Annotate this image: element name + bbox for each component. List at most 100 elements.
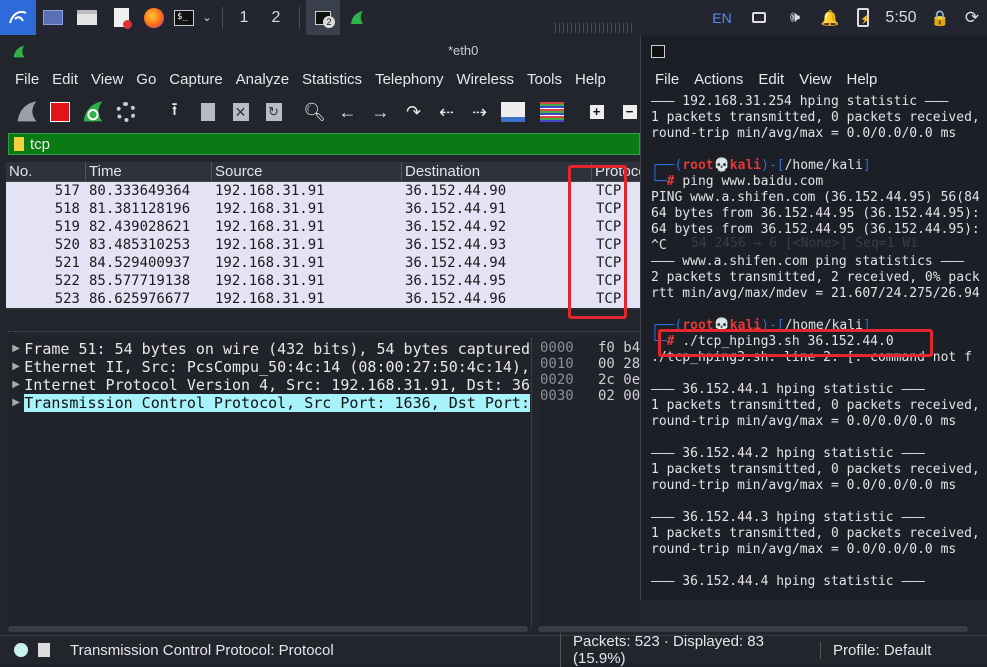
menu-statistics[interactable]: Statistics: [302, 71, 362, 88]
menu-telephony[interactable]: Telephony: [375, 71, 443, 88]
expert-info-icon[interactable]: [14, 643, 28, 657]
status-field-text: Transmission Control Protocol: Protocol: [70, 641, 334, 659]
expand-arrow-icon[interactable]: ▶: [8, 394, 24, 412]
detail-row-ip[interactable]: ▶ Internet Protocol Version 4, Src: 192.1…: [8, 376, 530, 394]
expand-arrow-icon[interactable]: ▶: [8, 376, 24, 394]
table-row[interactable]: 523 86.625976677 192.168.31.91 36.152.44.96…: [6, 290, 640, 308]
menu-view[interactable]: View: [91, 71, 123, 88]
terminal-launcher-icon[interactable]: $_: [170, 0, 198, 35]
terminal-line: ——— 36.152.44.2 hping statistic ———: [651, 446, 925, 461]
detail-row-ethernet[interactable]: ▶ Ethernet II, Src: PcsCompu_50:4c:14 (08…: [8, 358, 530, 376]
zoom-in-icon[interactable]: +: [580, 96, 613, 128]
column-no[interactable]: No.: [6, 162, 86, 181]
workspace-2[interactable]: 2: [259, 0, 293, 35]
term-menu-help[interactable]: Help: [846, 71, 877, 88]
menu-capture[interactable]: Capture: [169, 71, 222, 88]
detail-row-tcp[interactable]: ▶ Transmission Control Protocol, Src Port…: [8, 394, 530, 412]
column-source[interactable]: Source: [212, 162, 402, 181]
menu-go[interactable]: Go: [136, 71, 156, 88]
status-profile[interactable]: Profile: Default: [820, 641, 931, 659]
chevron-down-icon[interactable]: ⌄: [198, 0, 216, 35]
firefox-icon[interactable]: [138, 0, 170, 35]
go-back-icon[interactable]: ←: [331, 96, 364, 128]
reload-file-icon[interactable]: ↻: [257, 96, 290, 128]
keyboard-layout[interactable]: EN: [703, 0, 741, 35]
clock[interactable]: 5:50: [879, 0, 923, 35]
capture-options-icon[interactable]: [109, 96, 142, 128]
term-menu-view[interactable]: View: [799, 71, 831, 88]
find-packet-icon[interactable]: 🔍︎: [298, 96, 331, 128]
expand-arrow-icon[interactable]: ▶: [8, 340, 24, 358]
hex-row[interactable]: 0030 02 00: [540, 388, 640, 404]
table-row[interactable]: 517 80.333649364 192.168.31.91 36.152.44.90…: [6, 182, 640, 200]
show-desktop-icon[interactable]: [36, 0, 70, 35]
display-icon[interactable]: [741, 0, 777, 35]
expand-arrow-icon[interactable]: ▶: [8, 358, 24, 376]
battery-icon[interactable]: ⚡: [847, 0, 879, 35]
status-bar: Transmission Control Protocol: Protocol …: [0, 633, 987, 667]
save-file-icon[interactable]: [191, 96, 224, 128]
start-capture-icon[interactable]: [10, 96, 43, 128]
terminal-scrollbar[interactable]: [978, 94, 984, 594]
file-manager-icon[interactable]: [70, 0, 104, 35]
terminal-line: round-trip min/avg/max = 0.0/0.0/0.0 ms: [651, 478, 957, 493]
volume-icon[interactable]: 🕪: [777, 0, 813, 35]
terminal-line: 64 bytes from 36.152.44.95 (36.152.44.95…: [651, 206, 980, 221]
menu-file[interactable]: File: [15, 71, 39, 88]
workspace-1[interactable]: 1: [229, 0, 259, 35]
capture-comment-icon[interactable]: [38, 643, 50, 657]
column-destination[interactable]: Destination: [402, 162, 592, 181]
restart-capture-icon[interactable]: [76, 96, 109, 128]
shell-prompt: ┌──(root💀kali)-[/home/kali]: [651, 158, 871, 173]
first-packet-icon[interactable]: ⇠: [430, 96, 463, 128]
menu-wireless[interactable]: Wireless: [456, 71, 514, 88]
hex-row[interactable]: 0010 00 28: [540, 356, 640, 372]
table-row[interactable]: 518 81.381128196 192.168.31.91 36.152.44.91…: [6, 200, 640, 218]
menu-edit[interactable]: Edit: [52, 71, 78, 88]
table-row[interactable]: 522 85.577719138 192.168.31.91 36.152.44.95…: [6, 272, 640, 290]
go-to-packet-icon[interactable]: ↷: [397, 96, 430, 128]
open-file-icon[interactable]: ⭱: [158, 96, 191, 128]
stop-capture-icon[interactable]: [43, 96, 76, 128]
wireshark-fin-icon: [13, 45, 25, 58]
menu-tools[interactable]: Tools: [527, 71, 562, 88]
bytes-horizontal-scrollbar[interactable]: [538, 626, 968, 632]
term-menu-file[interactable]: File: [655, 71, 679, 88]
close-file-icon[interactable]: ✕: [224, 96, 257, 128]
menu-analyze[interactable]: Analyze: [236, 71, 289, 88]
display-filter-input[interactable]: [30, 135, 610, 153]
terminal-line: rtt min/avg/max/mdev = 21.607/24.275/26.…: [651, 286, 980, 301]
notification-bell-icon[interactable]: 🔔: [813, 0, 847, 35]
last-packet-icon[interactable]: ⇢: [463, 96, 496, 128]
term-menu-actions[interactable]: Actions: [694, 71, 743, 88]
cell-time: 80.333649364: [89, 183, 191, 199]
pane-splitter[interactable]: [8, 328, 640, 332]
column-time[interactable]: Time: [86, 162, 212, 181]
vertical-splitter[interactable]: [531, 338, 535, 628]
cell-no: 521: [54, 255, 80, 271]
text-editor-icon[interactable]: [104, 0, 138, 35]
colorize-icon[interactable]: [535, 96, 568, 128]
hex-row[interactable]: 0000 f0 b4: [540, 340, 640, 356]
go-forward-icon[interactable]: →: [364, 96, 397, 128]
logout-icon[interactable]: ⟳: [957, 0, 987, 35]
cell-time: 85.577719138: [89, 273, 191, 289]
hex-row[interactable]: 0020 2c 0e: [540, 372, 640, 388]
details-horizontal-scrollbar[interactable]: [8, 626, 528, 632]
table-row[interactable]: 519 82.439028621 192.168.31.91 36.152.44.92…: [6, 218, 640, 236]
term-menu-edit[interactable]: Edit: [758, 71, 784, 88]
autoscroll-icon[interactable]: [496, 96, 529, 128]
taskbar-terminal-button[interactable]: 2: [306, 0, 340, 35]
table-row[interactable]: 521 84.529400937 192.168.31.91 36.152.44.94…: [6, 254, 640, 272]
lock-icon[interactable]: 🔒: [923, 0, 957, 35]
kali-menu-icon[interactable]: [0, 0, 36, 35]
terminal-line: round-trip min/avg/max = 0.0/0.0/0.0 ms: [651, 414, 957, 429]
table-row[interactable]: 520 83.485310253 192.168.31.91 36.152.44.93…: [6, 236, 640, 254]
taskbar-wireshark-button[interactable]: [340, 0, 374, 35]
cell-dst: 36.152.44.94: [405, 255, 507, 271]
menu-help[interactable]: Help: [575, 71, 606, 88]
detail-row-frame[interactable]: ▶ Frame 51: 54 bytes on wire (432 bits), …: [8, 340, 530, 358]
packet-rows: 517 80.333649364 192.168.31.91 36.152.44.90…: [6, 182, 640, 308]
bookmark-icon[interactable]: [14, 137, 24, 151]
